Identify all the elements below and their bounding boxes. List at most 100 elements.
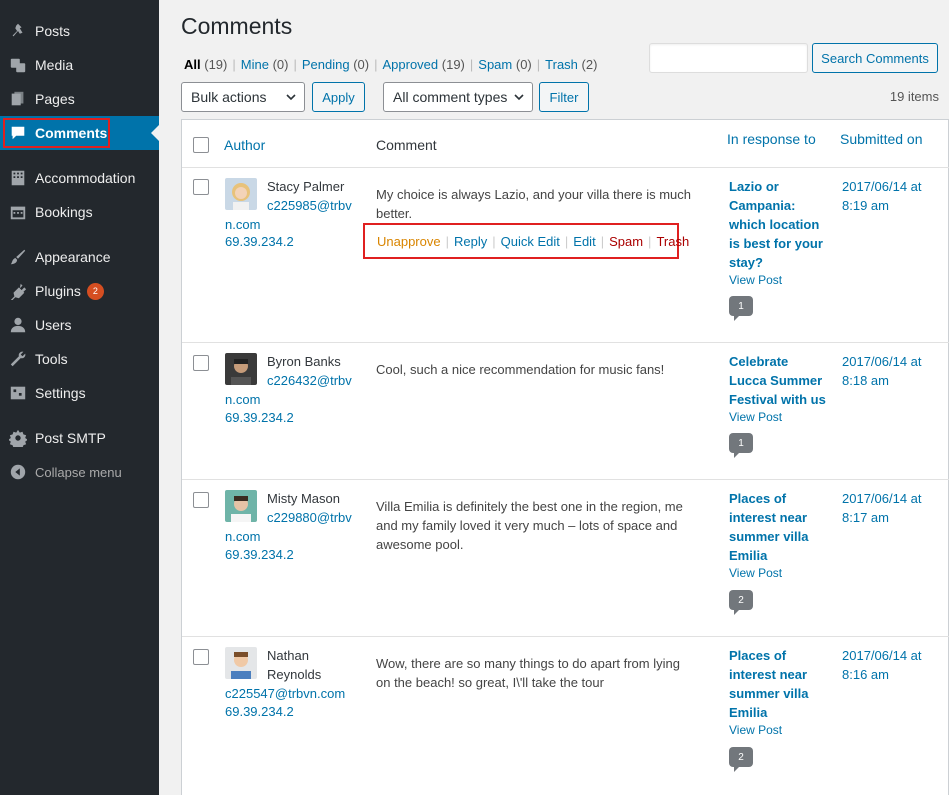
author-email[interactable]: c225985@trbv n.com bbox=[225, 196, 355, 234]
view-post-link[interactable]: View Post bbox=[729, 723, 782, 737]
plugin-icon bbox=[0, 282, 35, 300]
brush-icon bbox=[0, 248, 35, 266]
submitted-date[interactable]: 2017/06/14 at 8:16 am bbox=[842, 646, 942, 684]
author-name: Stacy Palmer bbox=[267, 179, 345, 194]
filter-separator: | bbox=[232, 57, 236, 72]
submitted-date[interactable]: 2017/06/14 at 8:17 am bbox=[842, 489, 942, 527]
items-count: 19 items bbox=[889, 89, 939, 104]
author-ip[interactable]: 69.39.234.2 bbox=[225, 234, 294, 249]
response-post-title[interactable]: Celebrate Lucca Summer Festival with us bbox=[729, 352, 829, 409]
column-author[interactable]: Author bbox=[224, 137, 265, 153]
sidebar-item-posts[interactable]: Posts bbox=[0, 14, 159, 48]
sidebar-item-plugins[interactable]: Plugins 2 bbox=[0, 274, 159, 308]
sidebar-item-settings[interactable]: Settings bbox=[0, 376, 159, 410]
comment-types-select[interactable]: All comment types bbox=[383, 82, 533, 112]
sidebar-item-tools[interactable]: Tools bbox=[0, 342, 159, 376]
spam-link[interactable]: Spam bbox=[609, 234, 643, 249]
submitted-date[interactable]: 2017/06/14 at 8:18 am bbox=[842, 352, 942, 390]
view-post-link[interactable]: View Post bbox=[729, 410, 782, 424]
author-ip[interactable]: 69.39.234.2 bbox=[225, 547, 294, 562]
column-comment: Comment bbox=[376, 137, 437, 153]
row-checkbox[interactable] bbox=[193, 179, 209, 195]
filter-spam-count: (0) bbox=[515, 57, 532, 72]
filter-mine[interactable]: Mine (0) bbox=[241, 57, 289, 72]
comment-types-value: All comment types bbox=[393, 89, 508, 105]
response-post-title[interactable]: Places of interest near summer villa Emi… bbox=[729, 646, 829, 722]
row-checkbox[interactable] bbox=[193, 355, 209, 371]
sidebar-item-users[interactable]: Users bbox=[0, 308, 159, 342]
author-email-part-2: n.com bbox=[225, 529, 261, 544]
sidebar-item-label: Accommodation bbox=[35, 170, 136, 186]
author-email-part-2: n.com bbox=[225, 392, 261, 407]
search-comments-button[interactable]: Search Comments bbox=[812, 43, 938, 73]
author-email[interactable]: c229880@trbv n.com bbox=[225, 508, 355, 546]
reply-link[interactable]: Reply bbox=[454, 234, 487, 249]
sidebar-item-label: Plugins bbox=[35, 283, 81, 299]
filter-pending[interactable]: Pending (0) bbox=[302, 57, 369, 72]
page-title: Comments bbox=[181, 13, 293, 39]
quick-edit-link[interactable]: Quick Edit bbox=[501, 234, 560, 249]
author-ip[interactable]: 69.39.234.2 bbox=[225, 410, 294, 425]
response-post-title[interactable]: Lazio or Campania: which location is bes… bbox=[729, 177, 829, 272]
author-ip[interactable]: 69.39.234.2 bbox=[225, 704, 294, 719]
author-email[interactable]: c225547@trbvn.com bbox=[225, 684, 375, 703]
author-email-part-1: c229880@trbv bbox=[267, 510, 352, 525]
column-in-response-to[interactable]: In response to bbox=[727, 131, 816, 147]
filter-separator: | bbox=[374, 57, 378, 72]
filter-approved[interactable]: Approved (19) bbox=[382, 57, 464, 72]
bulk-actions-select[interactable]: Bulk actions bbox=[181, 82, 305, 112]
trash-link[interactable]: Trash bbox=[656, 234, 689, 249]
sidebar-item-appearance[interactable]: Appearance bbox=[0, 240, 159, 274]
response-post-title[interactable]: Places of interest near summer villa Emi… bbox=[729, 489, 829, 565]
sidebar-item-bookings[interactable]: Bookings bbox=[0, 195, 159, 229]
filter-approved-label: Approved bbox=[382, 57, 439, 72]
action-separator: | bbox=[648, 233, 652, 249]
select-all-checkbox[interactable] bbox=[193, 137, 209, 153]
bulk-actions-value: Bulk actions bbox=[191, 89, 267, 105]
media-icon bbox=[0, 56, 35, 74]
filter-button[interactable]: Filter bbox=[539, 82, 589, 112]
chevron-down-icon bbox=[514, 94, 524, 101]
comment-count-bubble[interactable]: 2 bbox=[729, 590, 753, 615]
filter-separator: | bbox=[293, 57, 297, 72]
collapse-icon bbox=[0, 463, 35, 481]
sidebar-item-media[interactable]: Media bbox=[0, 48, 159, 82]
author-email-part-1: c225985@trbv bbox=[267, 198, 352, 213]
comment-count-bubble[interactable]: 2 bbox=[729, 747, 753, 772]
sidebar-item-pages[interactable]: Pages bbox=[0, 82, 159, 116]
sidebar-item-accommodation[interactable]: Accommodation bbox=[0, 161, 159, 195]
filter-trash[interactable]: Trash (2) bbox=[545, 57, 597, 72]
settings-icon bbox=[0, 384, 35, 402]
highlight-box-comments-menu bbox=[3, 118, 110, 148]
author-email[interactable]: c226432@trbv n.com bbox=[225, 371, 355, 409]
table-row: Misty Mason c229880@trbv n.com 69.39.234.… bbox=[182, 481, 949, 637]
edit-link[interactable]: Edit bbox=[573, 234, 595, 249]
row-checkbox[interactable] bbox=[193, 492, 209, 508]
sidebar-item-label: Posts bbox=[35, 23, 71, 39]
sidebar-item-post-smtp[interactable]: Post SMTP bbox=[0, 421, 159, 455]
filter-all-count: (19) bbox=[204, 57, 228, 72]
view-post-link[interactable]: View Post bbox=[729, 566, 782, 580]
column-submitted-on[interactable]: Submitted on bbox=[840, 131, 923, 147]
gear-icon bbox=[0, 429, 35, 447]
row-checkbox[interactable] bbox=[193, 649, 209, 665]
sidebar-item-label: Media bbox=[35, 57, 74, 73]
comment-count-bubble[interactable]: 1 bbox=[729, 296, 753, 321]
comment-count-bubble[interactable]: 1 bbox=[729, 433, 753, 458]
action-separator: | bbox=[564, 233, 569, 249]
building-icon bbox=[0, 169, 35, 187]
filter-all[interactable]: All (19) bbox=[184, 57, 227, 72]
filter-spam[interactable]: Spam (0) bbox=[478, 57, 531, 72]
unapprove-link[interactable]: Unapprove bbox=[377, 234, 441, 249]
plugins-update-badge: 2 bbox=[86, 282, 104, 300]
pin-icon bbox=[0, 22, 35, 40]
comment-text: Wow, there are so many things to do apar… bbox=[376, 656, 680, 690]
avatar bbox=[225, 647, 257, 679]
apply-button[interactable]: Apply bbox=[312, 82, 365, 112]
sidebar-item-label: Bookings bbox=[35, 204, 93, 220]
view-post-link[interactable]: View Post bbox=[729, 273, 782, 287]
comment-text: Villa Emilia is definitely the best one … bbox=[376, 499, 683, 552]
search-input[interactable] bbox=[649, 43, 808, 73]
submitted-date[interactable]: 2017/06/14 at 8:19 am bbox=[842, 177, 942, 215]
collapse-menu-button[interactable]: Collapse menu bbox=[0, 455, 159, 489]
